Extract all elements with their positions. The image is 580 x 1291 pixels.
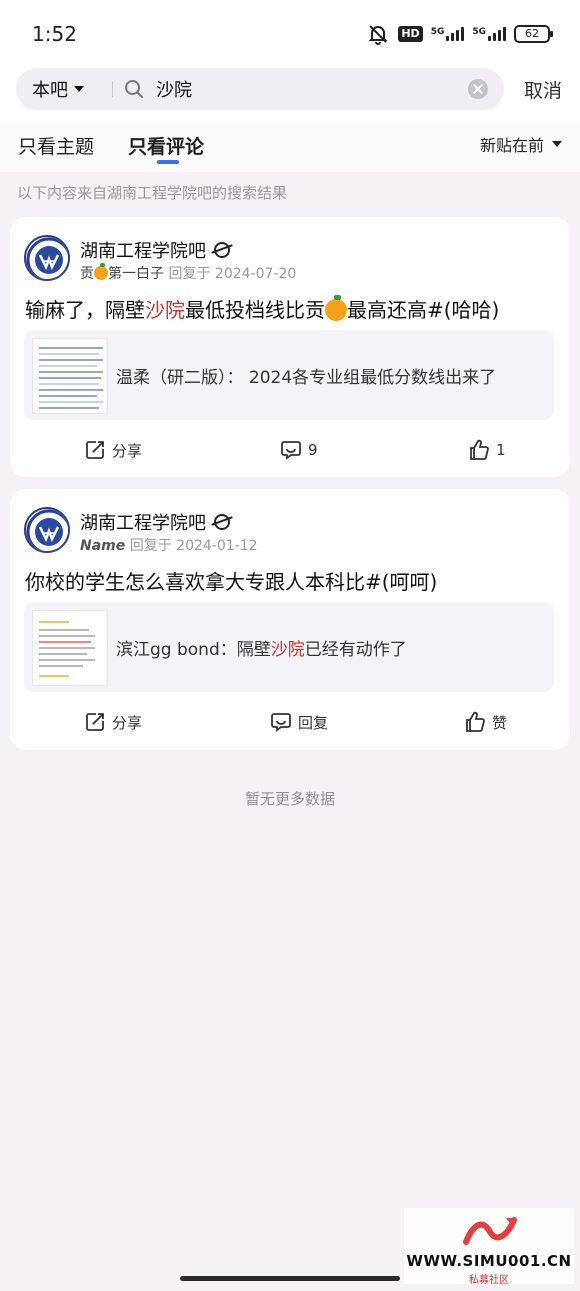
clear-icon[interactable] [468,79,488,99]
share-icon [86,713,104,731]
author-name[interactable]: 贡第一白子 [80,263,164,282]
post-meta: 贡第一白子 回复于 2024-07-20 [80,263,297,282]
caret-down-icon [552,141,562,147]
watermark-sub: 私募社区 [469,1275,509,1286]
orange-emoji-icon [325,295,347,321]
action-bar: 分享 9 1 [10,435,570,465]
comment-icon [281,441,301,460]
forum-name[interactable]: 湖南工程学院吧 [80,237,230,263]
keyword-highlight: 沙院 [270,640,305,660]
battery-icon: 62 [514,25,553,43]
post-title[interactable]: 输麻了，隔壁沙院最低投档线比贡 最高还高#(哈哈) [25,294,499,323]
table-thumbnail [32,338,108,414]
sort-label: 新贴在前 [479,136,544,155]
result-card[interactable]: 湖南工程学院吧 贡第一白子 回复于 2024-07-20 输麻了，隔壁沙院最低投… [10,217,570,477]
cancel-button[interactable]: 取消 [524,76,562,103]
author-name[interactable]: Name [80,538,125,554]
like-button[interactable]: 1 [468,439,506,461]
source-note: 以下内容来自湖南工程学院吧的搜索结果 [17,184,288,202]
forum-avatar[interactable] [24,507,70,553]
comment-button[interactable]: 9 [280,439,318,461]
quoted-post[interactable]: 滨江gg bond：隔壁沙院已经有动作了 [24,602,554,692]
comment-icon [271,713,291,732]
hd-icon: HD [398,26,423,42]
reply-button[interactable]: 回复 [270,711,328,733]
planet-icon [214,514,230,530]
bell-muted-icon [368,25,388,45]
like-button[interactable]: 赞 [464,711,507,733]
scope-selector[interactable]: 本吧 [32,68,84,110]
tab-topics-only[interactable]: 只看主题 [18,132,94,159]
caret-down-icon [74,86,84,92]
result-card[interactable]: 湖南工程学院吧 Name 回复于 2024-01-12 你校的学生怎么喜欢拿大专… [10,489,570,750]
status-bar: 1:52 HD 5G 5G 62 [0,0,580,66]
keyword-highlight: 沙院 [145,298,185,322]
post-meta: Name 回复于 2024-01-12 [80,538,258,554]
share-button[interactable]: 分享 [84,439,142,461]
share-button[interactable]: 分享 [84,711,142,733]
sort-dropdown[interactable]: 新贴在前 [480,132,562,156]
post-date: 2024-01-12 [176,538,258,554]
forum-name[interactable]: 湖南工程学院吧 [80,509,230,535]
chat-thumbnail [32,610,108,686]
quoted-post[interactable]: 温柔（研二版）： 2024各专业组最低分数线出来了 [24,330,554,420]
quote-text: 温柔（研二版）： 2024各专业组最低分数线出来了 [116,368,497,388]
scope-label: 本吧 [32,80,68,101]
post-date: 2024-07-20 [214,266,297,282]
action-bar: 分享 回复 赞 [10,707,570,737]
quote-text: 滨江gg bond：隔壁沙院已经有动作了 [116,640,407,660]
forum-avatar[interactable] [24,235,70,281]
signal-icon-2: 5G [472,27,506,41]
divider [112,81,113,97]
planet-icon [214,242,230,258]
status-icons: HD 5G 5G 62 [366,22,553,46]
orange-emoji-icon [94,263,108,280]
thumbs-up-icon [466,711,485,732]
search-header: 本吧 取消 [0,66,580,122]
status-time: 1:52 [32,22,77,46]
search-box: 本吧 [16,68,504,110]
no-more-data: 暂无更多数据 [244,790,335,808]
search-icon [125,80,143,98]
thumbs-up-icon [470,439,489,460]
filter-tabs: 只看主题 只看评论 新贴在前 [0,122,580,172]
watermark-logo-icon [463,1217,517,1245]
signal-icon-1: 5G [431,27,465,41]
search-input[interactable] [156,74,456,104]
watermark-url: WWW.SIMU001.CN [406,1252,572,1270]
tab-comments-only[interactable]: 只看评论 [128,132,204,159]
share-icon [86,441,104,459]
post-title[interactable]: 你校的学生怎么喜欢拿大专跟人本科比#(呵呵) [25,566,437,595]
active-tab-indicator [157,160,179,164]
watermark: WWW.SIMU001.CN 私募社区 [404,1208,574,1286]
home-indicator[interactable] [180,1276,400,1281]
